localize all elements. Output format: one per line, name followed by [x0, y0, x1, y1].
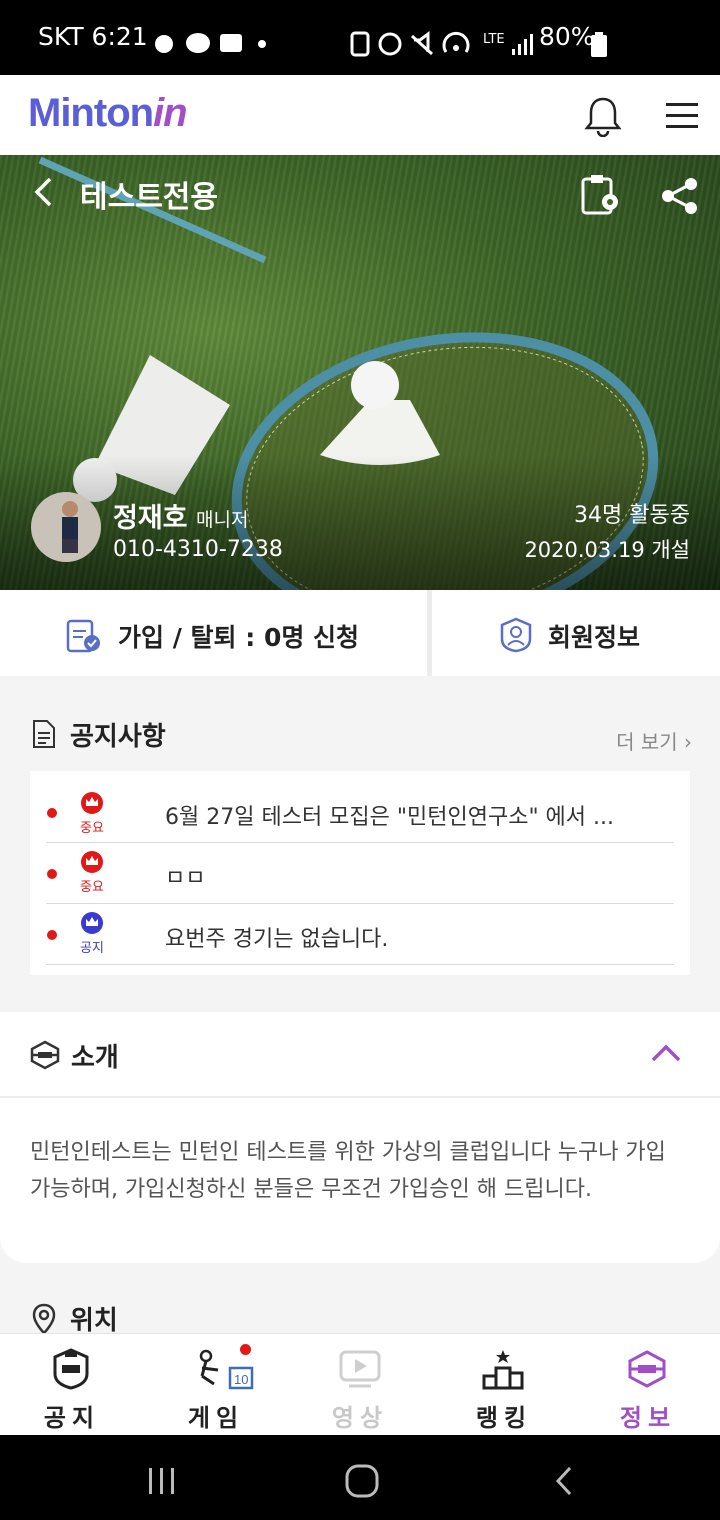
intro-header[interactable]: 소개: [0, 1012, 720, 1098]
tab-label: 정보: [619, 1404, 677, 1432]
notice-text: ㅁㅁ: [165, 866, 206, 891]
home-icon[interactable]: [344, 1463, 380, 1499]
new-badge-dot: [240, 1344, 251, 1355]
notice-badge: 중요: [80, 880, 104, 895]
manager-role: 매니저: [196, 509, 249, 531]
club-name: 테스트전용: [80, 180, 218, 215]
notification-bell-icon[interactable]: [583, 95, 623, 137]
system-back-icon[interactable]: [552, 1465, 576, 1497]
video-play-icon: [339, 1350, 381, 1388]
chevron-up-icon[interactable]: [650, 1042, 682, 1064]
tab-info[interactable]: 정보: [576, 1334, 720, 1436]
member-info-button[interactable]: 회원정보: [432, 590, 720, 676]
app-header: Mintonin: [0, 75, 720, 156]
back-arrow-icon[interactable]: [32, 176, 54, 208]
intro-title: 소개: [71, 1043, 119, 1073]
status-bar: SKT 6:21 LTE 80%: [0, 0, 720, 75]
join-leave-label: 가입 / 탈퇴 : 0명 신청: [118, 623, 360, 652]
tab-label: 랭킹: [475, 1404, 533, 1432]
clipboard-check-icon: [66, 619, 100, 653]
club-emblem-icon: [30, 1040, 60, 1070]
bottom-tab-bar: 공지 10 게임 영상 랭킹 정보: [0, 1333, 720, 1436]
notification-icons: [155, 33, 266, 53]
info-shield-icon: [628, 1350, 666, 1388]
notice-text: 요번주 경기는 없습니다.: [165, 927, 389, 952]
notice-badge: 중요: [80, 821, 104, 836]
hamburger-menu-icon[interactable]: [664, 101, 700, 131]
join-leave-button[interactable]: 가입 / 탈퇴 : 0명 신청: [0, 590, 427, 676]
mintonin-logo[interactable]: Mintonin: [28, 91, 188, 136]
notice-item[interactable]: 중요 6월 27일 테스터 모집은 "민턴인연구소" 에서 ...: [30, 771, 690, 836]
tab-notice[interactable]: 공지: [0, 1334, 144, 1436]
tab-ranking[interactable]: 랭킹: [432, 1334, 576, 1436]
club-action-row: 가입 / 탈퇴 : 0명 신청 회원정보: [0, 590, 720, 676]
document-icon: [33, 720, 55, 748]
member-info-label: 회원정보: [548, 623, 641, 652]
tab-label: 공지: [43, 1404, 101, 1432]
member-badge-icon: [500, 617, 532, 653]
crown-icon: [81, 851, 103, 873]
notice-item[interactable]: 중요 ㅁㅁ: [30, 843, 690, 903]
recent-apps-icon[interactable]: [146, 1466, 178, 1496]
battery-icon: [591, 32, 607, 57]
club-settings-icon[interactable]: [580, 174, 622, 216]
notice-shield-icon: [53, 1348, 89, 1390]
tab-game[interactable]: 10 게임: [144, 1334, 288, 1436]
system-icons: [350, 31, 470, 57]
share-icon[interactable]: [660, 176, 700, 216]
tab-label: 게임: [187, 1404, 245, 1432]
intro-body-card: 민턴인테스트는 민턴인 테스트를 위한 가상의 클럽입니다 누구나 가입 가능하…: [0, 1098, 720, 1263]
battery-percent: 80%: [539, 22, 595, 51]
tab-label: 영상: [331, 1404, 389, 1432]
system-navigation-bar: [0, 1435, 720, 1520]
signal-icon: [512, 34, 533, 55]
manager-phone[interactable]: 010-4310-7238: [113, 537, 283, 562]
crown-icon: [81, 912, 103, 934]
location-title: 위치: [70, 1306, 118, 1336]
manager-avatar[interactable]: [30, 491, 102, 563]
intro-body: 민턴인테스트는 민턴인 테스트를 위한 가상의 클럽입니다 누구나 가입 가능하…: [30, 1140, 666, 1202]
crown-icon: [81, 792, 103, 814]
notice-item[interactable]: 공지 요번주 경기는 없습니다.: [30, 904, 690, 964]
active-members: 34명 활동중: [574, 503, 690, 528]
status-time: SKT 6:21: [38, 22, 148, 51]
notices-list: 중요 6월 27일 테스터 모집은 "민턴인연구소" 에서 ... 중요 ㅁㅁ …: [30, 771, 690, 975]
notices-more-link[interactable]: 더 보기 ›: [616, 726, 692, 755]
svg-text:10: 10: [234, 1372, 248, 1387]
manager-name: 정재호: [113, 503, 188, 534]
notice-badge: 공지: [80, 941, 104, 956]
network-type: LTE: [483, 32, 505, 47]
notice-text: 6월 27일 테스터 모집은 "민턴인연구소" 에서 ...: [165, 805, 615, 830]
opened-date: 2020.03.19 개설: [524, 538, 690, 562]
notices-title: 공지사항: [70, 722, 166, 752]
location-pin-icon: [32, 1303, 56, 1335]
ranking-podium-icon: [482, 1350, 524, 1390]
tab-video[interactable]: 영상: [288, 1334, 432, 1436]
